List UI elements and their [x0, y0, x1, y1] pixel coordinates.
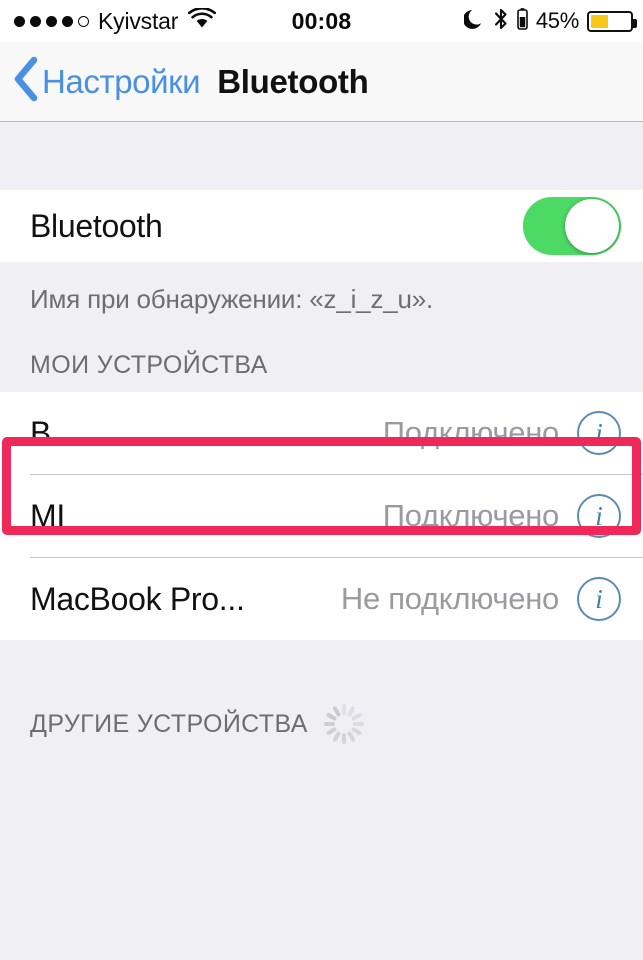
device-row-mi[interactable]: MI Подключено i — [0, 475, 643, 557]
page-title: Bluetooth — [217, 62, 369, 100]
status-bar-clock: 00:08 — [291, 7, 352, 34]
settings-content: Bluetooth Имя при обнаружении: «z_i_z_u»… — [0, 122, 643, 758]
chevron-left-icon — [12, 56, 40, 107]
navigation-bar: Настройки Bluetooth — [0, 42, 643, 122]
loading-spinner-icon — [322, 702, 366, 746]
discoverable-name-note: Имя при обнаружении: «z_i_z_u». — [0, 262, 643, 333]
device-row-b[interactable]: B Подключено i — [0, 392, 643, 474]
info-icon[interactable]: i — [577, 577, 621, 621]
back-button[interactable]: Настройки — [12, 56, 201, 107]
bluetooth-toggle-switch[interactable] — [523, 197, 621, 255]
bluetooth-row-label: Bluetooth — [30, 207, 163, 244]
device-status: Подключено — [382, 415, 560, 450]
other-devices-section-header: ДРУГИЕ УСТРОЙСТВА — [0, 640, 643, 758]
toggle-knob — [565, 199, 619, 253]
device-status: Не подключено — [340, 581, 559, 616]
battery-icon — [587, 10, 637, 32]
status-bar: Kyivstar 00:08 45% — [0, 0, 643, 42]
my-devices-list: B Подключено i MI Подключено i MacBook P… — [0, 392, 643, 640]
bluetooth-toggle-row[interactable]: Bluetooth — [0, 190, 643, 262]
my-devices-section-header: МОИ УСТРОЙСТВА — [0, 333, 643, 392]
battery-fill — [591, 14, 609, 28]
back-button-label: Настройки — [42, 62, 201, 100]
info-icon[interactable]: i — [577, 494, 621, 538]
other-devices-header-label: ДРУГИЕ УСТРОЙСТВА — [30, 709, 308, 738]
top-spacer — [0, 122, 643, 190]
device-status: Подключено — [382, 498, 560, 533]
device-name: B — [30, 414, 52, 451]
device-name: MacBook Pro... — [30, 580, 245, 617]
info-icon[interactable]: i — [577, 411, 621, 455]
device-name: MI — [30, 497, 65, 534]
my-devices-header-label: МОИ УСТРОЙСТВА — [30, 351, 268, 379]
device-row-macbook-pro[interactable]: MacBook Pro... Не подключено i — [0, 558, 643, 640]
